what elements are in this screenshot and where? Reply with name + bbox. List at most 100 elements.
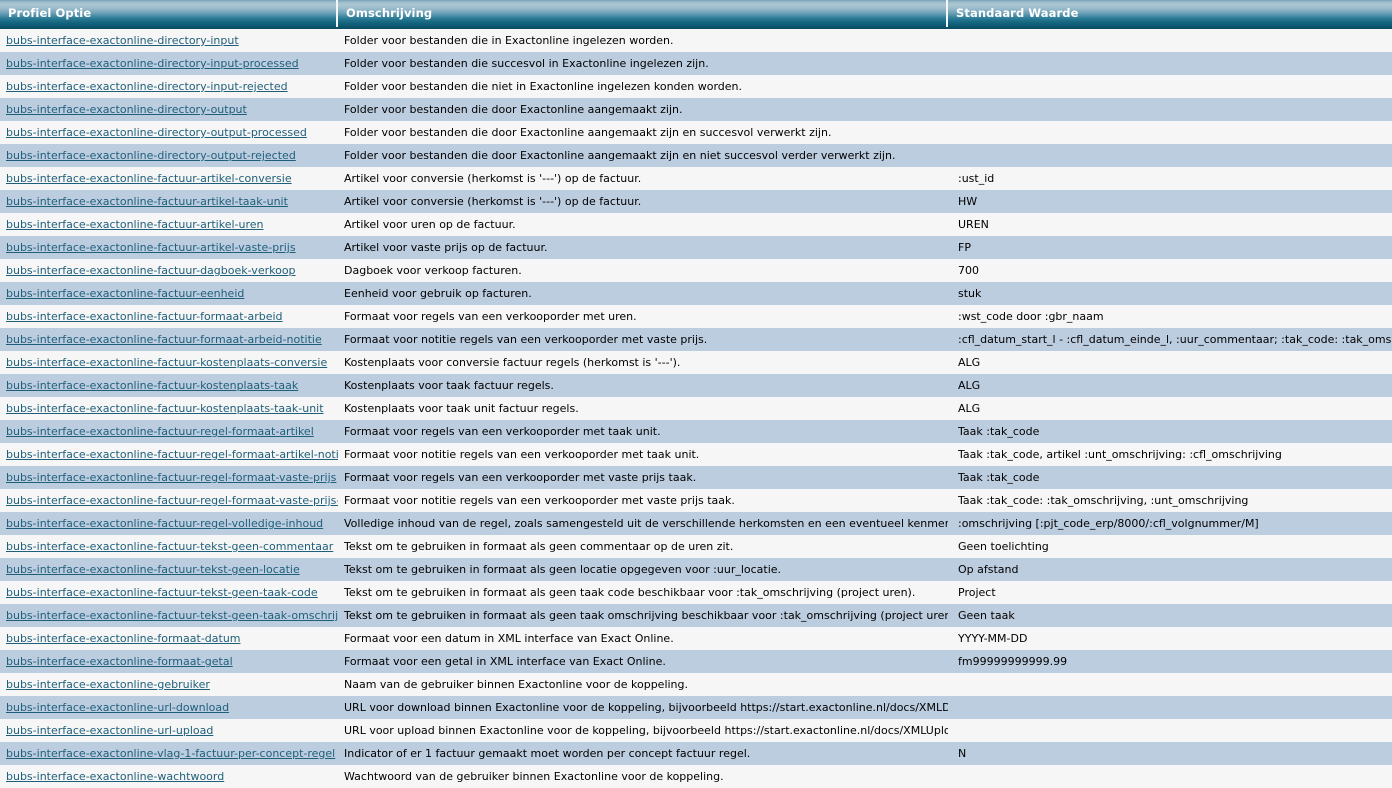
cell-omschrijving: Formaat voor een datum in XML interface … xyxy=(344,632,674,645)
profiel-optie-link[interactable]: bubs-interface-exactonline-url-download xyxy=(6,701,229,714)
profiel-optie-link[interactable]: bubs-interface-exactonline-directory-inp… xyxy=(6,57,299,70)
table-row: bubs-interface-exactonline-factuur-regel… xyxy=(0,420,1392,443)
profiel-optie-link[interactable]: bubs-interface-exactonline-factuur-regel… xyxy=(6,471,336,484)
cell-standaard-waarde xyxy=(948,719,1392,742)
cell-profiel-optie: bubs-interface-exactonline-factuur-tekst… xyxy=(0,604,338,627)
column-header-standaard-waarde[interactable]: Standaard Waarde xyxy=(946,0,1392,29)
table-row: bubs-interface-exactonline-factuur-regel… xyxy=(0,466,1392,489)
cell-standaard-waarde xyxy=(948,98,1392,121)
cell-standaard-waarde: Taak :tak_code: :tak_omschrijving, :unt_… xyxy=(958,494,1249,507)
cell-omschrijving: Folder voor bestanden die door Exactonli… xyxy=(344,149,896,162)
profiel-optie-link[interactable]: bubs-interface-exactonline-formaat-getal xyxy=(6,655,233,668)
cell-profiel-optie: bubs-interface-exactonline-directory-inp… xyxy=(0,52,338,75)
profiel-optie-link[interactable]: bubs-interface-exactonline-factuur-dagbo… xyxy=(6,264,296,277)
cell-omschrijving: Folder voor bestanden die succesvol in E… xyxy=(344,57,709,70)
profiel-optie-link[interactable]: bubs-interface-exactonline-factuur-eenhe… xyxy=(6,287,244,300)
cell-omschrijving: Dagboek voor verkoop facturen. xyxy=(344,264,522,277)
cell-standaard-waarde xyxy=(948,696,1392,719)
cell-omschrijving: Formaat voor notitie regels van een verk… xyxy=(344,333,708,346)
profiel-optie-link[interactable]: bubs-interface-exactonline-factuur-tekst… xyxy=(6,586,318,599)
profiel-optie-link[interactable]: bubs-interface-exactonline-directory-inp… xyxy=(6,80,288,93)
cell-profiel-optie: bubs-interface-exactonline-formaat-getal xyxy=(0,650,338,673)
table-row: bubs-interface-exactonline-factuur-eenhe… xyxy=(0,282,1392,305)
cell-standaard-waarde: Geen taak xyxy=(958,609,1015,622)
profiel-optie-link[interactable]: bubs-interface-exactonline-gebruiker xyxy=(6,678,210,691)
cell-omschrijving: Kostenplaats voor conversie factuur rege… xyxy=(344,356,681,369)
table-row: bubs-interface-exactonline-factuur-artik… xyxy=(0,213,1392,236)
cell-profiel-optie: bubs-interface-exactonline-directory-out… xyxy=(0,121,338,144)
column-header-omschrijving[interactable]: Omschrijving xyxy=(336,0,948,29)
profiel-optie-link[interactable]: bubs-interface-exactonline-vlag-1-factuu… xyxy=(6,747,335,760)
profiel-optie-link[interactable]: bubs-interface-exactonline-factuur-tekst… xyxy=(6,609,338,622)
cell-profiel-optie: bubs-interface-exactonline-factuur-regel… xyxy=(0,489,338,512)
column-header-standaard-waarde-label: Standaard Waarde xyxy=(946,0,1392,27)
profiel-optie-link[interactable]: bubs-interface-exactonline-formaat-datum xyxy=(6,632,241,645)
cell-profiel-optie: bubs-interface-exactonline-factuur-artik… xyxy=(0,213,338,236)
cell-profiel-optie: bubs-interface-exactonline-directory-inp… xyxy=(0,28,338,52)
table-row: bubs-interface-exactonline-factuur-dagbo… xyxy=(0,259,1392,282)
table-row: bubs-interface-exactonline-factuur-koste… xyxy=(0,397,1392,420)
profiel-optie-link[interactable]: bubs-interface-exactonline-factuur-koste… xyxy=(6,379,298,392)
table-row: bubs-interface-exactonline-factuur-artik… xyxy=(0,236,1392,259)
profiel-optie-link[interactable]: bubs-interface-exactonline-factuur-tekst… xyxy=(6,563,300,576)
profile-options-table: Profiel Optie Omschrijving Standaard Waa… xyxy=(0,0,1392,788)
profiel-optie-link[interactable]: bubs-interface-exactonline-factuur-regel… xyxy=(6,494,338,507)
cell-omschrijving: Artikel voor conversie (herkomst is '---… xyxy=(344,172,642,185)
table-row: bubs-interface-exactonline-factuur-tekst… xyxy=(0,604,1392,627)
cell-omschrijving: Indicator of er 1 factuur gemaakt moet w… xyxy=(344,747,751,760)
cell-omschrijving: Formaat voor regels van een verkooporder… xyxy=(344,471,697,484)
cell-profiel-optie: bubs-interface-exactonline-factuur-eenhe… xyxy=(0,282,338,305)
cell-profiel-optie: bubs-interface-exactonline-directory-out… xyxy=(0,144,338,167)
profiel-optie-link[interactable]: bubs-interface-exactonline-directory-out… xyxy=(6,149,296,162)
profiel-optie-link[interactable]: bubs-interface-exactonline-factuur-artik… xyxy=(6,195,288,208)
profiel-optie-link[interactable]: bubs-interface-exactonline-factuur-forma… xyxy=(6,310,283,323)
cell-standaard-waarde: Taak :tak_code xyxy=(958,425,1040,438)
cell-standaard-waarde xyxy=(948,28,1392,52)
profiel-optie-link[interactable]: bubs-interface-exactonline-factuur-regel… xyxy=(6,425,314,438)
profiel-optie-link[interactable]: bubs-interface-exactonline-factuur-koste… xyxy=(6,356,327,369)
table-row: bubs-interface-exactonline-vlag-1-factuu… xyxy=(0,742,1392,765)
cell-standaard-waarde: YYYY-MM-DD xyxy=(958,632,1028,645)
cell-omschrijving: Artikel voor vaste prijs op de factuur. xyxy=(344,241,548,254)
table-header-row: Profiel Optie Omschrijving Standaard Waa… xyxy=(0,0,1392,29)
profiel-optie-link[interactable]: bubs-interface-exactonline-factuur-regel… xyxy=(6,517,323,530)
cell-omschrijving: Formaat voor notitie regels van een verk… xyxy=(344,448,700,461)
cell-standaard-waarde: :wst_code door :gbr_naam xyxy=(958,310,1104,323)
cell-standaard-waarde: fm99999999999.99 xyxy=(958,655,1068,668)
cell-standaard-waarde: Taak :tak_code, artikel :unt_omschrijvin… xyxy=(958,448,1282,461)
profiel-optie-link[interactable]: bubs-interface-exactonline-factuur-forma… xyxy=(6,333,322,346)
profiel-optie-link[interactable]: bubs-interface-exactonline-factuur-koste… xyxy=(6,402,324,415)
cell-omschrijving: Eenheid voor gebruik op facturen. xyxy=(344,287,532,300)
cell-standaard-waarde: FP xyxy=(958,241,971,254)
cell-omschrijving: Folder voor bestanden die in Exactonline… xyxy=(344,34,674,47)
cell-omschrijving: Tekst om te gebruiken in formaat als gee… xyxy=(344,563,782,576)
profiel-optie-link[interactable]: bubs-interface-exactonline-factuur-tekst… xyxy=(6,540,333,553)
profiel-optie-link[interactable]: bubs-interface-exactonline-directory-inp… xyxy=(6,34,239,47)
profiel-optie-link[interactable]: bubs-interface-exactonline-wachtwoord xyxy=(6,770,224,783)
table-row: bubs-interface-exactonline-factuur-regel… xyxy=(0,489,1392,512)
profiel-optie-link[interactable]: bubs-interface-exactonline-directory-out… xyxy=(6,126,307,139)
table-row: bubs-interface-exactonline-factuur-artik… xyxy=(0,167,1392,190)
profiel-optie-link[interactable]: bubs-interface-exactonline-url-upload xyxy=(6,724,213,737)
table-row: bubs-interface-exactonline-formaat-getal… xyxy=(0,650,1392,673)
cell-omschrijving: Formaat voor regels van een verkooporder… xyxy=(344,310,637,323)
profiel-optie-link[interactable]: bubs-interface-exactonline-factuur-regel… xyxy=(6,448,338,461)
table-row: bubs-interface-exactonline-factuur-artik… xyxy=(0,190,1392,213)
cell-omschrijving: Naam van de gebruiker binnen Exactonline… xyxy=(344,678,689,691)
cell-profiel-optie: bubs-interface-exactonline-factuur-regel… xyxy=(0,512,338,535)
cell-profiel-optie: bubs-interface-exactonline-directory-out… xyxy=(0,98,338,121)
table-row: bubs-interface-exactonline-factuur-tekst… xyxy=(0,581,1392,604)
profiel-optie-link[interactable]: bubs-interface-exactonline-factuur-artik… xyxy=(6,241,296,254)
cell-omschrijving: Artikel voor uren op de factuur. xyxy=(344,218,516,231)
profiel-optie-link[interactable]: bubs-interface-exactonline-directory-out… xyxy=(6,103,247,116)
profiel-optie-link[interactable]: bubs-interface-exactonline-factuur-artik… xyxy=(6,218,263,231)
cell-standaard-waarde: 700 xyxy=(958,264,979,277)
cell-omschrijving: Kostenplaats voor taak factuur regels. xyxy=(344,379,554,392)
table-row: bubs-interface-exactonline-factuur-forma… xyxy=(0,328,1392,351)
table-row: bubs-interface-exactonline-directory-inp… xyxy=(0,52,1392,75)
cell-standaard-waarde: stuk xyxy=(958,287,982,300)
profiel-optie-link[interactable]: bubs-interface-exactonline-factuur-artik… xyxy=(6,172,292,185)
column-header-profiel-optie-label: Profiel Optie xyxy=(8,6,92,20)
column-header-profiel-optie[interactable]: Profiel Optie xyxy=(0,0,338,29)
cell-standaard-waarde: ALG xyxy=(958,379,981,392)
